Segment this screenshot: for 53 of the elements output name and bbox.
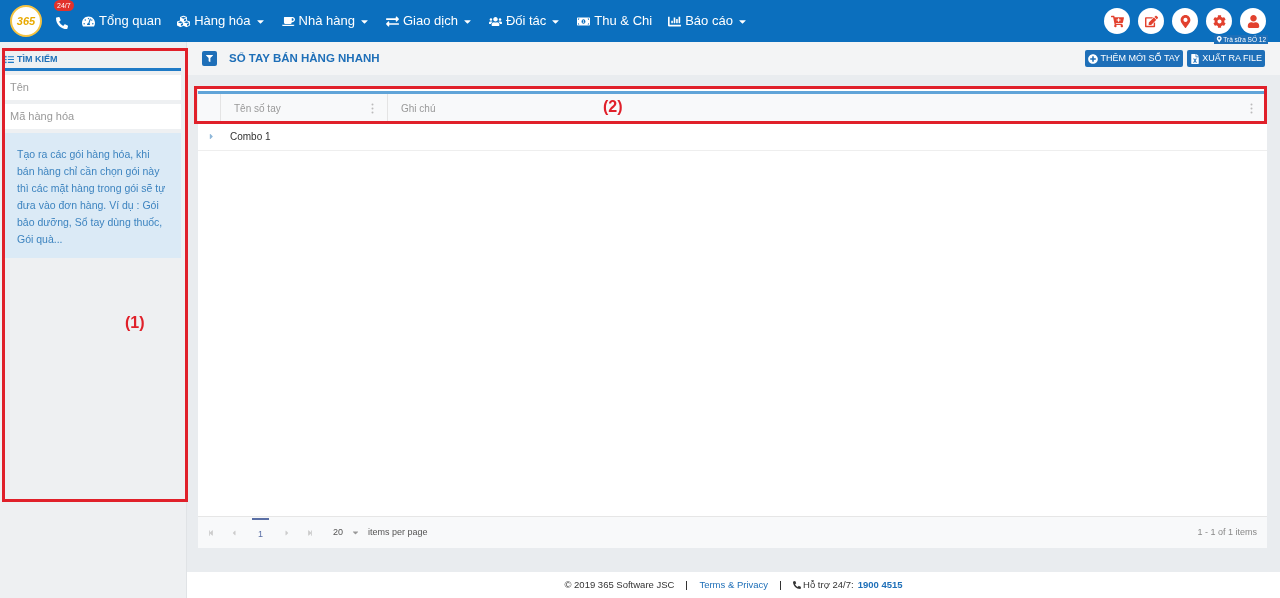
spreadsheet-icon bbox=[1190, 53, 1201, 64]
page-title: SỔ TAY BÁN HÀNG NHANH bbox=[229, 50, 380, 66]
nav-menu-item[interactable]: Thu & Chi bbox=[577, 11, 653, 31]
nav-menu-item[interactable]: Đối tác bbox=[488, 11, 562, 31]
users-icon bbox=[488, 14, 502, 28]
annotation-label: (2) bbox=[603, 97, 623, 117]
nav-menu-item[interactable]: Báo cáo bbox=[668, 11, 748, 31]
edit-icon bbox=[1144, 14, 1158, 28]
pagination-summary: 1 - 1 of 1 items bbox=[1197, 525, 1257, 539]
column-title: Ghi chú bbox=[401, 102, 436, 116]
location-pin-icon bbox=[1178, 14, 1192, 28]
exchange-icon bbox=[385, 14, 399, 28]
page-size-dropdown[interactable]: 20 bbox=[333, 525, 361, 540]
search-field[interactable]: Tên bbox=[5, 74, 181, 100]
terms-link[interactable]: Terms & Privacy bbox=[699, 577, 769, 593]
user-icon bbox=[1246, 14, 1260, 28]
annotation-label: (1) bbox=[125, 313, 145, 333]
support-label: Hỗ trợ 24/7: bbox=[803, 577, 854, 592]
nav-menu-item[interactable]: Tổng quan bbox=[82, 11, 162, 31]
sidebar-title: TÌM KIẾM bbox=[17, 53, 58, 66]
phone-icon bbox=[793, 581, 802, 589]
location-pin-icon bbox=[1215, 36, 1223, 43]
table-cell-text: Combo 1 bbox=[230, 130, 271, 144]
cubes-icon bbox=[177, 14, 191, 28]
header-action-button[interactable] bbox=[1206, 8, 1232, 34]
nav-menu-item[interactable]: Nhà hàng bbox=[281, 11, 370, 31]
header-action-button[interactable] bbox=[1172, 8, 1198, 34]
filter-toggle-button[interactable] bbox=[202, 51, 217, 66]
nav-menu-item[interactable]: Hàng hóa bbox=[177, 11, 266, 31]
header-action-button[interactable] bbox=[1104, 8, 1130, 34]
column-header[interactable]: Tên số tay bbox=[221, 94, 388, 123]
search-field[interactable]: Mã hàng hóa bbox=[5, 103, 181, 129]
info-note: Tạo ra các gói hàng hóa, khi bán hàng chỉ cần chọn gói này thì các mặt hàng trong gói sẽ tự đưa vào đơn hàng. Ví dụ : Gói bảo dưỡng, Sổ tay dùng thuốc, Gói quà... bbox=[5, 132, 181, 258]
page-number-button[interactable]: 1 bbox=[252, 517, 269, 542]
caret-icon bbox=[351, 528, 361, 537]
filter-icon bbox=[206, 55, 213, 62]
nav-menu-item[interactable]: Giao dịch bbox=[385, 11, 473, 31]
support-phone: 1900 4515 bbox=[857, 577, 903, 592]
column-title: Tên số tay bbox=[234, 102, 281, 116]
copyright-text: © 2019 365 Software JSC bbox=[564, 577, 675, 592]
settings-icon bbox=[1212, 14, 1226, 28]
gauge-icon bbox=[82, 14, 95, 28]
plus-icon bbox=[1088, 53, 1099, 64]
per-page-label: items per page bbox=[368, 525, 428, 539]
toolbar-button[interactable]: XUẤT RA FILE bbox=[1187, 50, 1265, 67]
header-action-button[interactable] bbox=[1240, 8, 1266, 34]
phone-icon[interactable] bbox=[56, 17, 68, 29]
list-icon bbox=[5, 55, 14, 65]
bar-chart-icon bbox=[668, 14, 682, 28]
cup-icon bbox=[281, 14, 295, 28]
cart-icon bbox=[1110, 14, 1124, 28]
header-action-button[interactable] bbox=[1138, 8, 1164, 34]
toolbar-button[interactable]: THÊM MỚI SỔ TAY bbox=[1085, 50, 1184, 67]
